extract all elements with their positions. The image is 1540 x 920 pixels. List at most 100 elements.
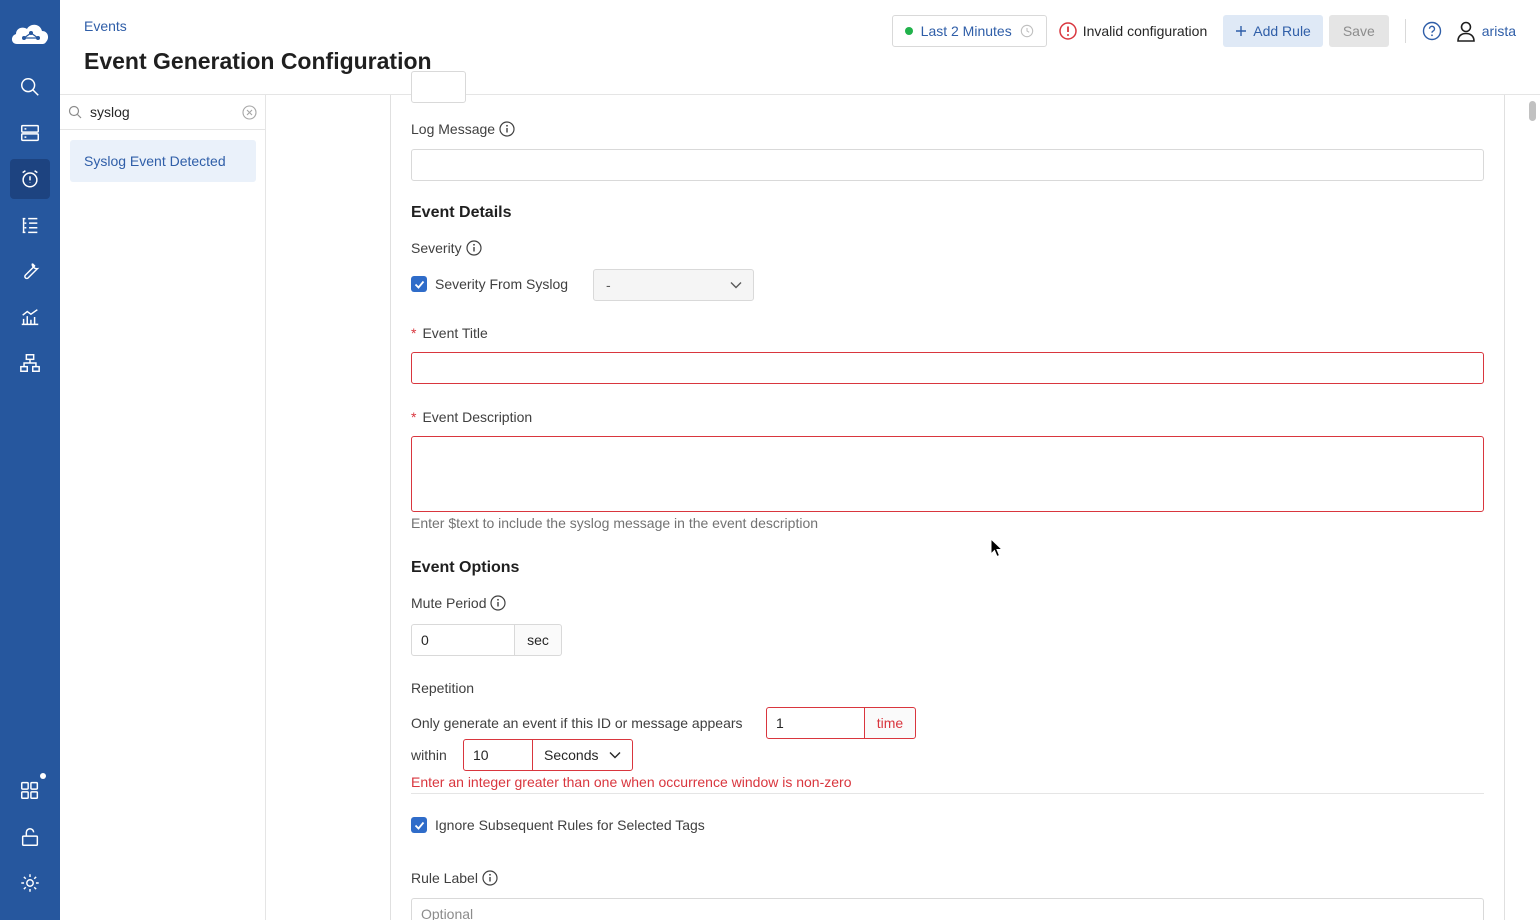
page-header: Events Event Generation Configuration La… (60, 0, 1540, 95)
clear-search-icon[interactable] (242, 104, 257, 120)
within-unit-value: Seconds (544, 747, 599, 763)
repetition-text: Only generate an event if this ID or mes… (411, 715, 743, 731)
within-label: within (411, 747, 447, 763)
add-rule-button[interactable]: Add Rule (1223, 15, 1323, 47)
tasks-icon (22, 217, 38, 234)
nav-metrics[interactable] (10, 297, 50, 337)
nav-tools[interactable] (10, 251, 50, 291)
nav-apps[interactable] (10, 770, 50, 810)
info-icon[interactable] (465, 240, 482, 256)
rule-label-label: Rule Label (411, 870, 498, 886)
severity-select[interactable]: - (593, 269, 754, 301)
nav-unlock[interactable] (10, 817, 50, 857)
unlock-icon (21, 828, 39, 846)
status-dot (904, 27, 913, 35)
event-description-label: * Event Description (411, 409, 532, 425)
search-icon (68, 105, 82, 119)
app-root: Events Event Generation Configuration La… (0, 0, 1540, 920)
nav-rail (0, 0, 60, 920)
severity-label: Severity (411, 240, 482, 256)
rule-list-sidebar: syslog Syslog Event Detected (60, 95, 266, 920)
severity-from-syslog-checkbox[interactable] (411, 276, 427, 292)
rule-editor: Log Message Event Details Severity Sever… (266, 71, 1540, 920)
breadcrumb-events[interactable]: Events (84, 18, 127, 34)
user-menu[interactable]: arista (1456, 20, 1516, 42)
save-button[interactable]: Save (1328, 15, 1389, 47)
time-range-label: Last 2 Minutes (920, 23, 1012, 39)
event-title-label: * Event Title (411, 325, 488, 341)
invalid-config-text: Invalid configuration (1082, 23, 1208, 39)
scrollbar-thumb[interactable] (1529, 101, 1536, 121)
event-title-label-text: Event Title (422, 325, 488, 341)
chevron-down-icon (609, 752, 621, 759)
ignore-rules-label: Ignore Subsequent Rules for Selected Tag… (435, 817, 705, 833)
topology-icon (20, 354, 40, 372)
log-message-label-text: Log Message (411, 121, 496, 137)
check-icon (414, 280, 424, 289)
time-range-button[interactable]: Last 2 Minutes (891, 15, 1047, 47)
mouse-cursor-icon (990, 538, 1004, 558)
mute-period-label-text: Mute Period (411, 595, 487, 611)
repetition-count-input[interactable]: 1 (766, 707, 865, 739)
nav-events[interactable] (10, 159, 50, 199)
cloud-logo-icon[interactable] (9, 20, 51, 50)
info-icon[interactable] (490, 595, 507, 611)
truncated-field[interactable] (411, 71, 466, 103)
rule-search-input[interactable]: syslog (90, 104, 242, 120)
required-marker: * (411, 325, 417, 341)
ignore-rules-row: Ignore Subsequent Rules for Selected Tag… (411, 817, 705, 833)
check-icon (414, 821, 424, 830)
clock-icon (1020, 24, 1033, 38)
within-unit-select[interactable]: Seconds (532, 739, 633, 771)
within-value-input[interactable]: 10 (463, 739, 533, 771)
add-rule-label: Add Rule (1253, 23, 1311, 39)
info-icon[interactable] (499, 121, 515, 137)
wrench-icon (24, 263, 40, 280)
nav-devices[interactable] (10, 113, 50, 153)
log-message-label: Log Message (411, 121, 515, 137)
rule-list-item[interactable]: Syslog Event Detected (70, 140, 256, 182)
section-divider (411, 793, 1484, 794)
events-icon (22, 170, 38, 188)
nav-tasks[interactable] (10, 205, 50, 245)
page-title: Event Generation Configuration (84, 48, 432, 74)
notification-dot (40, 773, 46, 779)
header-divider (1404, 19, 1406, 43)
rule-form: Log Message Event Details Severity Sever… (390, 71, 1505, 920)
nav-settings[interactable] (10, 863, 50, 903)
event-options-heading: Event Options (411, 559, 520, 576)
required-marker: * (411, 409, 417, 425)
chevron-down-icon (730, 282, 742, 289)
mute-period-unit: sec (515, 624, 562, 656)
event-details-heading: Event Details (411, 204, 512, 221)
event-description-textarea[interactable] (411, 436, 1484, 512)
severity-select-value: - (606, 277, 611, 293)
repetition-error: Enter an integer greater than one when o… (411, 774, 852, 790)
apps-icon (21, 781, 39, 799)
help-icon[interactable] (1422, 21, 1442, 41)
repetition-label: Repetition (411, 680, 475, 696)
ignore-rules-checkbox[interactable] (411, 817, 427, 833)
devices-icon (21, 124, 39, 142)
header-actions: Last 2 Minutes Invalid configuration Add… (891, 15, 1516, 47)
gear-icon (21, 874, 39, 892)
nav-search[interactable] (10, 67, 50, 107)
severity-from-syslog-row: Severity From Syslog (411, 276, 568, 292)
repetition-count-unit: time (864, 707, 916, 739)
mute-period-label: Mute Period (411, 595, 507, 611)
rule-label-input[interactable]: Optional (411, 898, 1484, 920)
invalid-config-indicator: Invalid configuration (1058, 22, 1208, 40)
log-message-input[interactable] (411, 149, 1484, 181)
mute-period-input[interactable]: 0 (411, 624, 515, 656)
search-icon (21, 78, 39, 96)
rule-search[interactable]: syslog (60, 95, 265, 130)
metrics-icon (21, 309, 39, 326)
info-icon[interactable] (482, 870, 498, 886)
user-icon (1456, 21, 1475, 42)
event-title-input[interactable] (411, 352, 1484, 384)
rule-label-label-text: Rule Label (411, 870, 478, 886)
nav-topology[interactable] (10, 343, 50, 383)
event-description-label-text: Event Description (422, 409, 533, 425)
severity-label-text: Severity (411, 240, 462, 256)
severity-from-syslog-label: Severity From Syslog (435, 276, 569, 292)
